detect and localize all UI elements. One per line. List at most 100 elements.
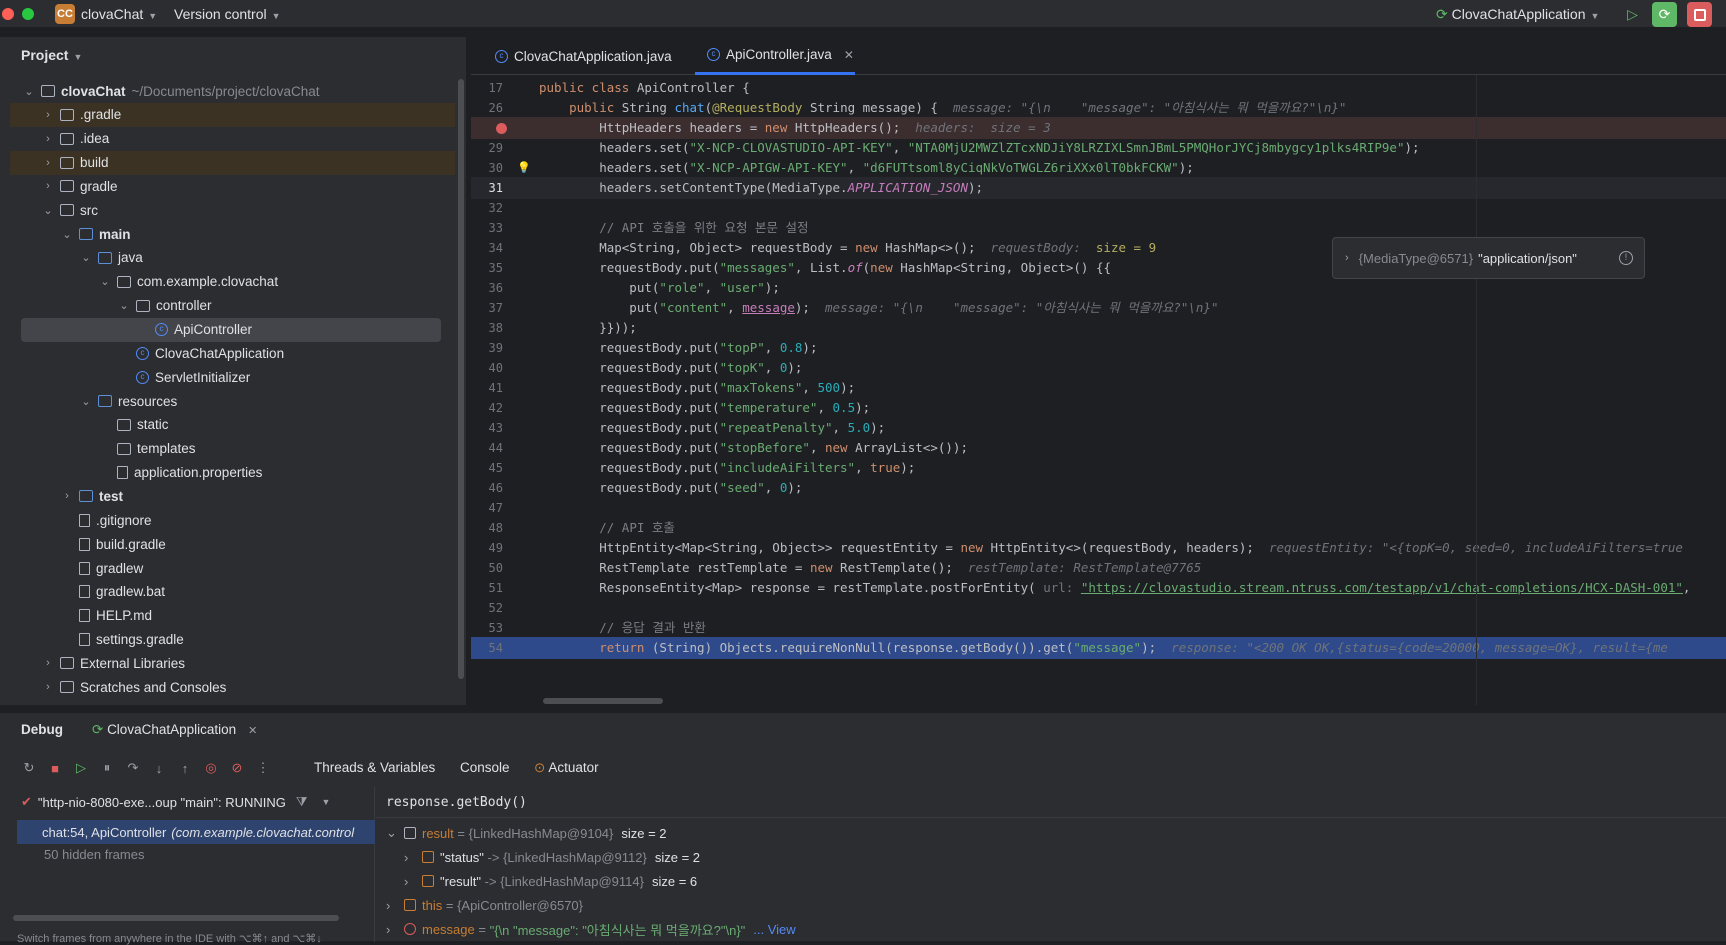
debug-running-icon[interactable]: ⟳ [1652, 2, 1677, 27]
chevron-right-icon[interactable]: › [41, 657, 55, 669]
mute-breakpoints-icon[interactable]: ⊘ [228, 759, 246, 777]
tree-item[interactable]: ⌄ controller [0, 294, 455, 318]
line-number[interactable]: 38 [471, 317, 503, 339]
variable-row[interactable]: › message = "{\n "message": "아침식사는 뭐 먹을까요… [386, 917, 796, 941]
tree-item[interactable]: › .gradle [10, 102, 455, 127]
horizontal-scrollbar[interactable] [543, 698, 663, 704]
more-icon[interactable]: ⋮ [254, 759, 272, 777]
tree-item[interactable]: c ClovaChatApplication [0, 341, 455, 365]
line-number[interactable]: 42 [471, 397, 503, 419]
chevron-right-icon[interactable]: › [41, 109, 55, 121]
step-out-icon[interactable]: ↑ [176, 759, 194, 777]
lightbulb-icon[interactable]: 💡 [517, 157, 531, 179]
tree-item[interactable]: ⌄ clovaChat ~/Documents/project/clovaChat [0, 79, 455, 103]
tab-api-controller[interactable]: c ApiController.java ✕ [695, 37, 855, 75]
code-line[interactable]: 30 💡 headers.set("X-NCP-APIGW-API-KEY", "… [471, 157, 1726, 179]
line-number[interactable]: 26 [471, 97, 503, 119]
tree-item[interactable]: static [0, 413, 455, 437]
step-into-icon[interactable]: ↓ [150, 759, 168, 777]
view-link[interactable]: ... View [753, 922, 795, 937]
chevron-right-icon[interactable]: › [60, 490, 74, 502]
chevron-right-icon[interactable]: › [41, 133, 55, 145]
tree-item[interactable]: ⌄ java [0, 246, 455, 270]
tree-item[interactable]: c ApiController [21, 317, 441, 342]
resume-icon[interactable]: ▷ [72, 759, 90, 777]
debug-session-tab[interactable]: ⟳ ClovaChatApplication ✕ [92, 722, 257, 738]
tree-item[interactable]: settings.gradle [0, 628, 455, 652]
step-over-icon[interactable]: ↷ [124, 759, 142, 777]
tree-item[interactable]: › External Libraries [0, 651, 455, 675]
code-line[interactable]: 40 requestBody.put("topK", 0); [471, 357, 1726, 379]
chevron-right-icon[interactable]: › [41, 180, 55, 192]
chevron-right-icon[interactable]: › [41, 681, 55, 693]
line-number[interactable]: 47 [471, 497, 503, 519]
code-line[interactable]: 32 [471, 197, 1726, 219]
tree-item[interactable]: c ServletInitializer [0, 365, 455, 389]
tree-item[interactable]: ⌄ com.example.clovachat [0, 270, 455, 294]
chevron-down-icon[interactable]: ⌄ [386, 825, 400, 841]
variable-row[interactable]: ⌄ result = {LinkedHashMap@9104} size = 2 [386, 821, 667, 845]
code-line[interactable]: 37 put("content", message); message: "{\… [471, 297, 1726, 319]
line-number[interactable]: 51 [471, 577, 503, 599]
chevron-down-icon[interactable]: ⌄ [79, 251, 93, 264]
code-line[interactable]: 17 public class ApiController { [471, 77, 1726, 99]
chevron-down-icon[interactable]: ⌄ [41, 204, 55, 217]
stack-frame[interactable]: chat:54, ApiController (com.example.clova… [17, 820, 375, 844]
code-line[interactable]: 47 [471, 497, 1726, 519]
tab-threads-variables[interactable]: Threads & Variables [314, 760, 435, 775]
code-line[interactable]: 46 requestBody.put("seed", 0); [471, 477, 1726, 499]
rerun-icon[interactable]: ↻ [20, 759, 38, 777]
line-number[interactable]: 30 [471, 157, 503, 179]
tree-item[interactable]: ⌄ resources [0, 389, 455, 413]
tab-actuator[interactable]: ⊙ Actuator [534, 760, 599, 776]
tree-item[interactable]: .gitignore [0, 508, 455, 532]
line-number[interactable]: 37 [471, 297, 503, 319]
line-number[interactable]: 17 [471, 77, 503, 99]
code-line[interactable]: 41 requestBody.put("maxTokens", 500); [471, 377, 1726, 399]
code-line[interactable]: 54 return (String) Objects.requireNonNul… [471, 637, 1726, 659]
line-number[interactable]: 39 [471, 337, 503, 359]
tree-item[interactable]: gradlew [0, 556, 455, 580]
close-tab-icon[interactable]: ✕ [844, 48, 854, 62]
code-line[interactable]: 45 requestBody.put("includeAiFilters", t… [471, 457, 1726, 479]
variable-row[interactable]: › "status" -> {LinkedHashMap@9112} size = … [404, 845, 700, 869]
hidden-frames[interactable]: 50 hidden frames [44, 842, 144, 866]
chevron-right-icon[interactable]: › [404, 874, 418, 889]
code-line[interactable]: HttpHeaders headers = new HttpHeaders();… [471, 117, 1726, 139]
line-number[interactable]: 50 [471, 557, 503, 579]
code-editor[interactable]: c ClovaChatApplication.java c ApiControlle… [471, 37, 1726, 705]
tree-item[interactable]: › gradle [0, 174, 455, 198]
vcs-menu[interactable]: Version control ▼ [174, 6, 281, 22]
line-number[interactable]: 54 [471, 637, 503, 659]
tab-clova-chat-application[interactable]: c ClovaChatApplication.java [483, 37, 672, 75]
tree-item[interactable]: › .idea [0, 127, 455, 151]
tree-item[interactable]: HELP.md [0, 604, 455, 628]
code-line[interactable]: 53 // 응답 결과 반환 [471, 617, 1726, 639]
chevron-down-icon[interactable]: ⌄ [98, 275, 112, 288]
line-number[interactable]: 34 [471, 237, 503, 259]
variable-row[interactable]: › "result" -> {LinkedHashMap@9114} size = … [404, 869, 697, 893]
line-number[interactable]: 45 [471, 457, 503, 479]
stop-button[interactable] [1687, 2, 1712, 27]
tree-item[interactable]: ⌄ src [0, 198, 455, 222]
tree-item[interactable]: application.properties [0, 461, 455, 485]
code-line[interactable]: 44 requestBody.put("stopBefore", new Arr… [471, 437, 1726, 459]
line-number[interactable]: 49 [471, 537, 503, 559]
code-line[interactable]: 51 ResponseEntity<Map> response = restTe… [471, 577, 1726, 599]
code-line[interactable]: 49 HttpEntity<Map<String, Object>> reque… [471, 537, 1726, 559]
line-number[interactable]: 43 [471, 417, 503, 439]
code-line[interactable]: 50 RestTemplate restTemplate = new RestT… [471, 557, 1726, 579]
project-badge[interactable]: CC [55, 4, 75, 24]
tab-console[interactable]: Console [460, 760, 510, 775]
close-window-button[interactable] [2, 8, 14, 20]
line-number[interactable]: 41 [471, 377, 503, 399]
chevron-down-icon[interactable]: ⌄ [22, 85, 36, 98]
tree-item[interactable]: templates [0, 437, 455, 461]
rerun-icon[interactable]: ▷ [1620, 2, 1645, 27]
chevron-right-icon[interactable]: › [41, 157, 55, 169]
zoom-window-button[interactable] [22, 8, 34, 20]
tree-item[interactable]: gradlew.bat [0, 580, 455, 604]
chevron-down-icon[interactable]: ⌄ [79, 395, 93, 408]
value-popup[interactable]: › {MediaType@6571} "application/json" ! [1332, 237, 1645, 279]
code-line[interactable]: 33 // API 호출을 위한 요청 본문 설정 [471, 217, 1726, 239]
